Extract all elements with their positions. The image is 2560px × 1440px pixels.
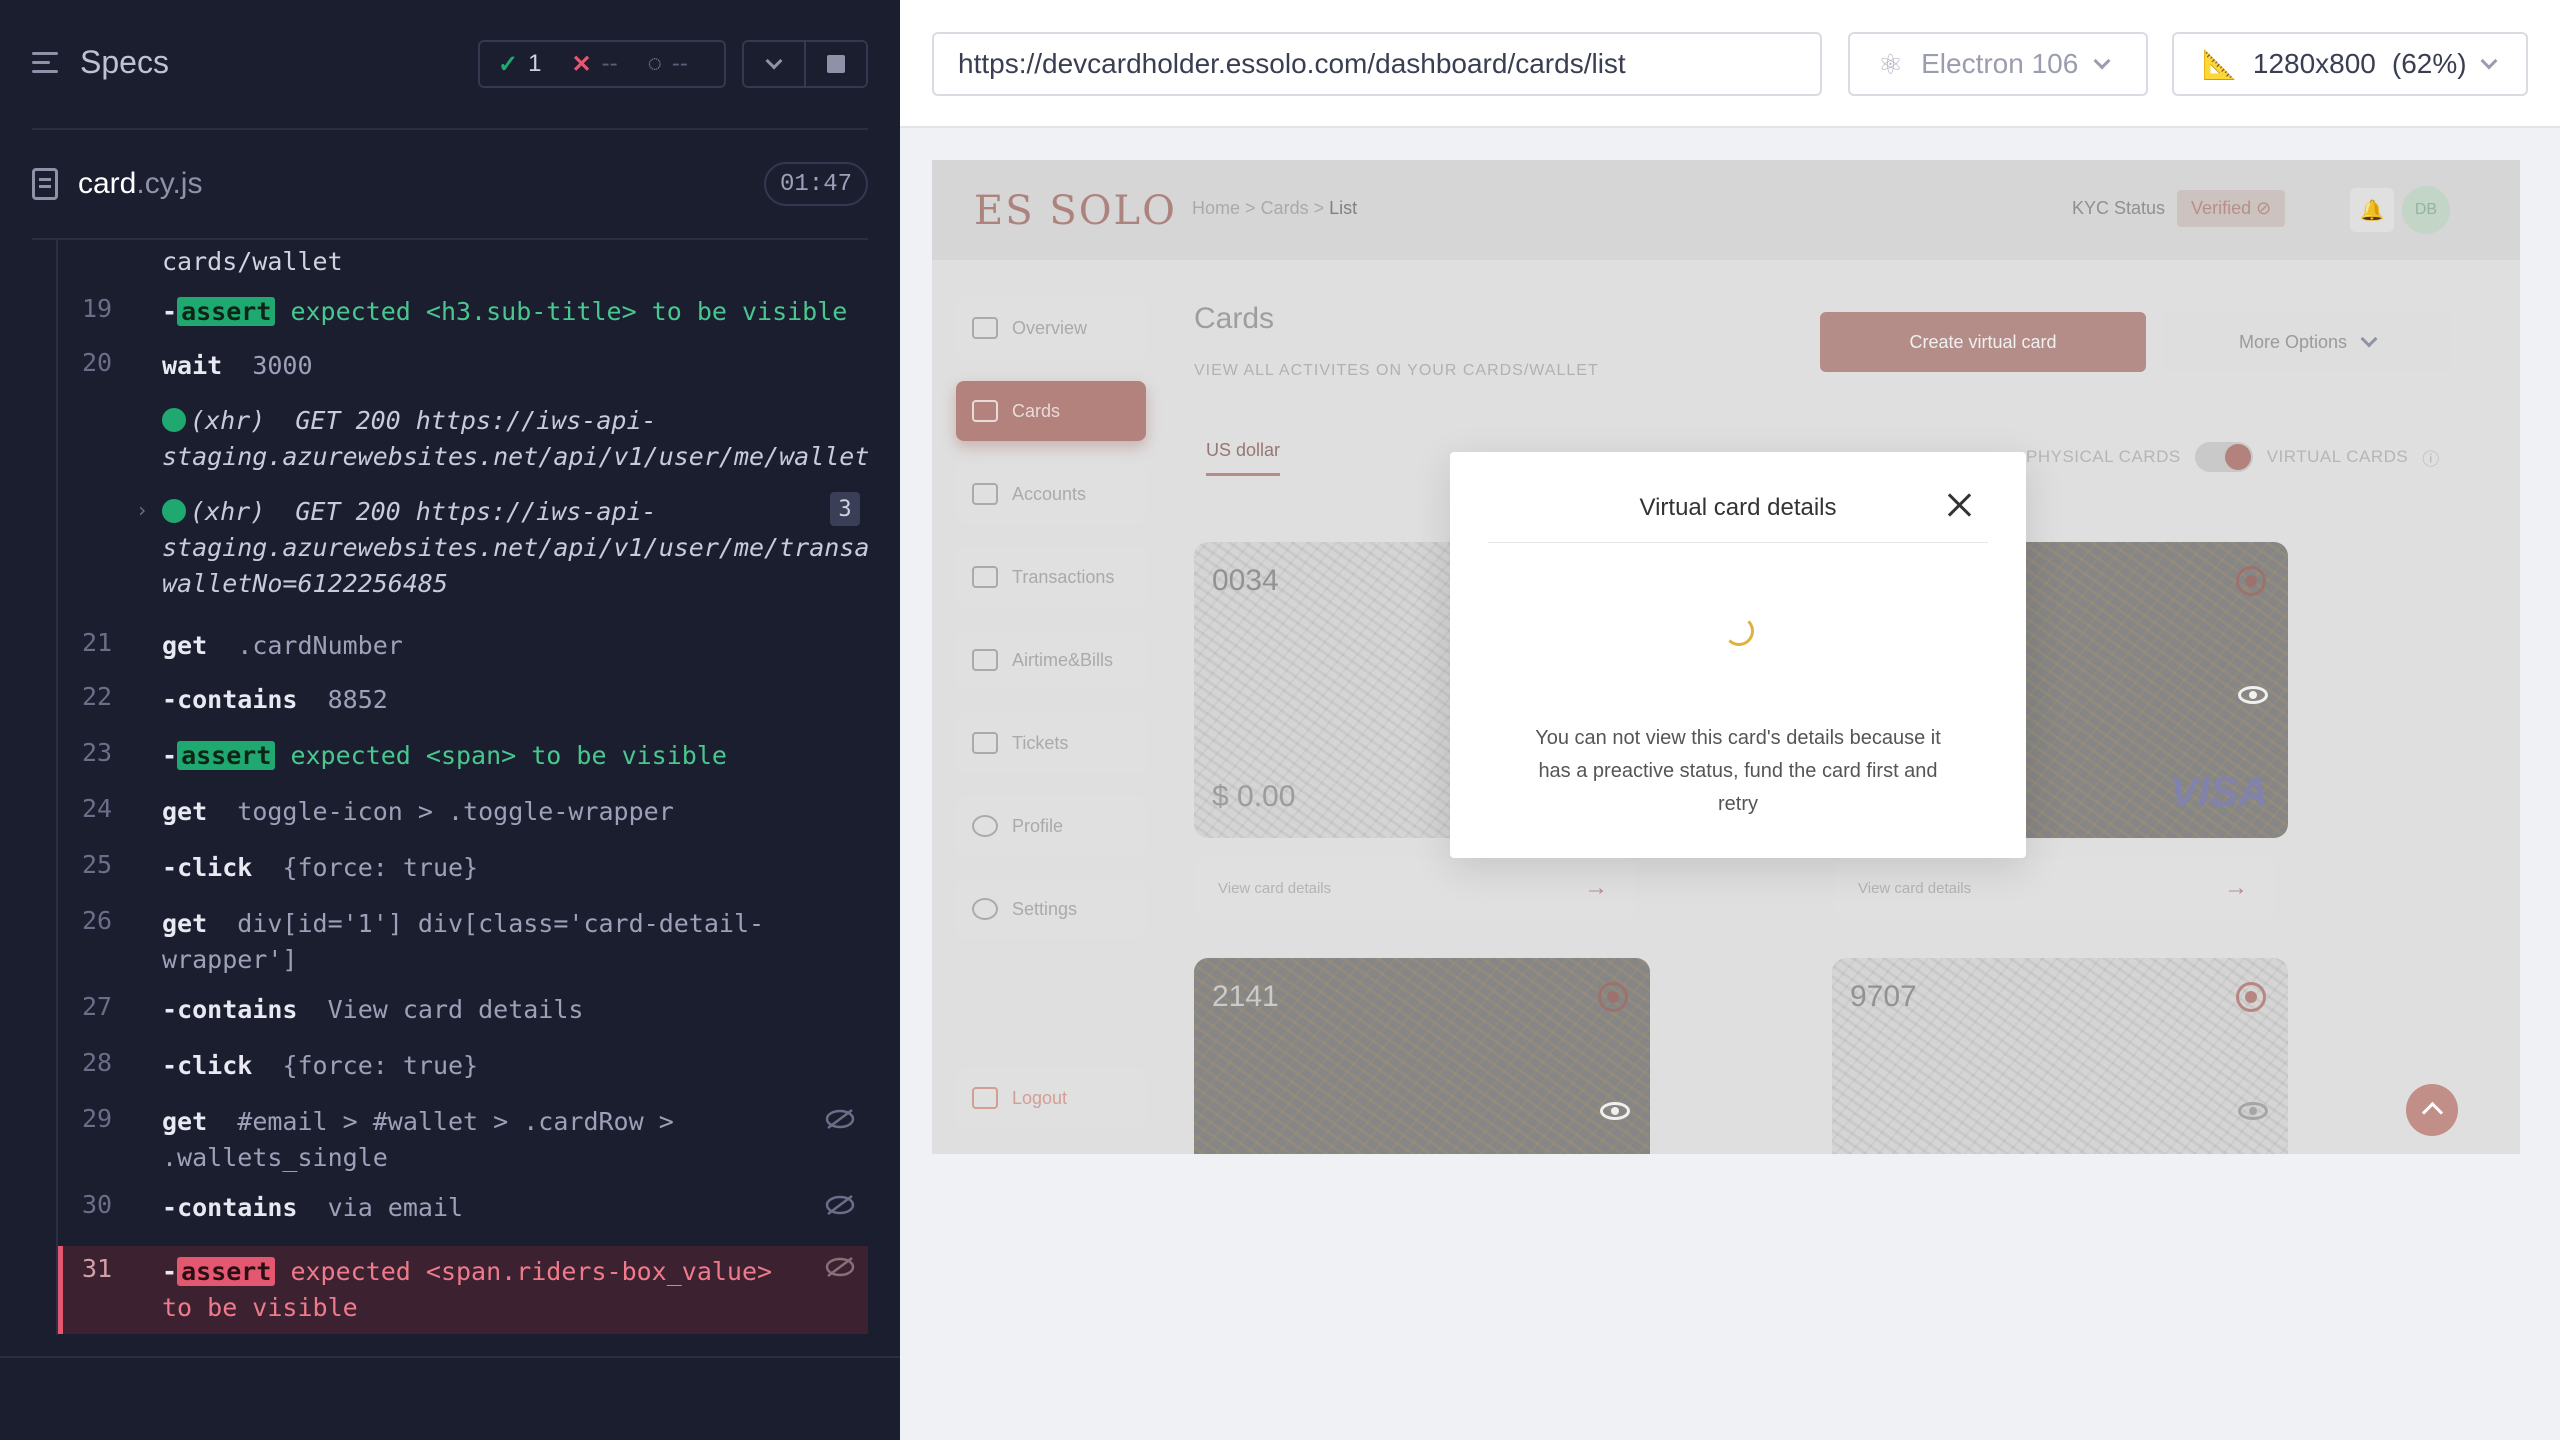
divider xyxy=(1488,542,1988,543)
stop-icon xyxy=(827,55,845,73)
browser-selector[interactable]: ⚛ Electron 106 xyxy=(1848,32,2148,96)
url-bar[interactable]: https://devcardholder.essolo.com/dashboa… xyxy=(932,32,1822,96)
command-row[interactable]: 19 - assert expected <h3.sub-title> to be… xyxy=(58,284,868,338)
file-icon xyxy=(32,168,58,200)
chevron-down-icon xyxy=(2093,52,2111,70)
command-row[interactable]: 22 -contains 8852 xyxy=(58,676,868,732)
command-row[interactable]: cards/wallet xyxy=(58,240,868,284)
reporter-header: Specs ✓ 1 ✕ -- ◌ -- xyxy=(0,0,900,130)
request-count-badge: 3 xyxy=(830,492,860,526)
command-row[interactable]: 27 -contains View card details xyxy=(58,990,868,1046)
scroll-to-top-button[interactable] xyxy=(2406,1084,2458,1136)
passed-count: ✓ 1 xyxy=(498,50,542,78)
status-dot-icon xyxy=(162,408,186,432)
loading-spinner-icon xyxy=(1724,616,1754,646)
command-row[interactable]: 23 - assert expected <span> to be visible xyxy=(58,732,868,788)
close-icon[interactable] xyxy=(1946,492,1972,518)
spec-duration: 01:47 xyxy=(763,162,868,206)
specs-toggle[interactable]: Specs xyxy=(32,44,169,81)
command-row[interactable]: 21 get .cardNumber xyxy=(58,620,868,676)
pending-count: ◌ -- xyxy=(647,50,688,77)
app-preview-panel: https://devcardholder.essolo.com/dashboa… xyxy=(900,0,2560,1440)
status-dot-icon xyxy=(162,499,186,523)
modal-message: You can not view this card's details bec… xyxy=(1535,727,1941,815)
assert-badge: assert xyxy=(177,1257,276,1286)
chevron-right-icon[interactable]: › xyxy=(136,498,148,522)
run-controls xyxy=(742,40,868,88)
command-row[interactable]: 30 -contains via email xyxy=(58,1188,868,1244)
chevron-down-icon xyxy=(2480,52,2498,70)
eye-off-icon xyxy=(825,1109,855,1129)
assert-badge: assert xyxy=(177,297,276,326)
command-row[interactable]: 28 -click {force: true} xyxy=(58,1046,868,1102)
xhr-row[interactable]: › (xhr) GET 200 https://iws-api-staging.… xyxy=(58,488,868,618)
chevron-down-icon[interactable] xyxy=(744,42,806,86)
command-row[interactable]: 20 wait 3000 xyxy=(58,338,868,392)
eye-off-icon xyxy=(825,1257,855,1277)
ruler-icon: 📐 xyxy=(2202,48,2237,80)
menu-icon xyxy=(32,50,62,76)
spec-file-header[interactable]: card.cy.js 01:47 xyxy=(32,160,868,208)
stop-button[interactable] xyxy=(806,42,866,86)
eye-off-icon xyxy=(825,1195,855,1215)
spec-file-name: card.cy.js xyxy=(78,167,203,200)
runner-toolbar: https://devcardholder.essolo.com/dashboa… xyxy=(900,0,2560,128)
assert-badge: assert xyxy=(177,741,276,770)
command-row[interactable]: 29 get #email > #wallet > .cardRow > .wa… xyxy=(58,1102,868,1188)
app-under-test: ES SOLO Home > Cards > List KYC Status V… xyxy=(932,160,2520,1154)
x-icon: ✕ xyxy=(571,50,592,78)
divider xyxy=(0,1356,900,1358)
divider xyxy=(32,128,868,130)
viewport-selector[interactable]: 📐 1280x800 (62%) xyxy=(2172,32,2528,96)
virtual-card-details-modal: Virtual card details You can not view th… xyxy=(1450,452,2026,858)
specs-title: Specs xyxy=(80,44,169,80)
xhr-row[interactable]: (xhr) GET 200 https://iws-api-staging.az… xyxy=(58,395,868,485)
command-log-panel: Specs ✓ 1 ✕ -- ◌ -- card.cy.js 01:47 car… xyxy=(0,0,900,1440)
electron-icon: ⚛ xyxy=(1878,48,1904,80)
test-stats: ✓ 1 ✕ -- ◌ -- xyxy=(478,40,726,88)
command-list: cards/wallet 19 - assert expected <h3.sub… xyxy=(56,240,868,1335)
modal-title: Virtual card details xyxy=(1639,494,1837,521)
spinner-icon: ◌ xyxy=(647,50,662,77)
failed-command-row[interactable]: 31 - assert expected <span.riders-box_val… xyxy=(58,1246,868,1334)
command-row[interactable]: 26 get div[id='1'] div[class='card-detai… xyxy=(58,900,868,990)
check-icon: ✓ xyxy=(498,50,519,78)
failed-count: ✕ -- xyxy=(571,50,618,78)
command-row[interactable]: 25 -click {force: true} xyxy=(58,844,868,900)
command-row[interactable]: 24 get toggle-icon > .toggle-wrapper xyxy=(58,788,868,844)
